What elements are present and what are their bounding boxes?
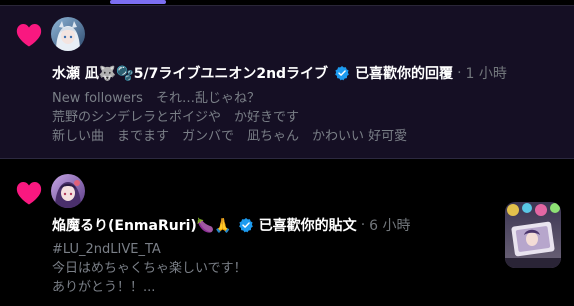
separator-dot: · bbox=[457, 65, 462, 81]
active-tab-indicator bbox=[110, 0, 166, 4]
verified-badge-icon bbox=[238, 218, 253, 233]
separator-dot: · bbox=[360, 217, 366, 233]
post-text-line: #LU_2ndLIVE_TA bbox=[52, 242, 161, 257]
post-text-line: 今日はめちゃくちゃ楽しいです！ bbox=[52, 261, 247, 276]
notification-item[interactable]: 焔魔るり(EnmaRuri)🍆🙏 已喜歡你的貼文 · 6 小時 #LU_2ndL… bbox=[0, 160, 574, 306]
notification-headline: 水瀬 凪🐺🫧5/7ライブユニオン2ndライブ 已喜歡你的回覆 · 1 小時 bbox=[52, 62, 507, 84]
timestamp[interactable]: 6 小時 bbox=[369, 215, 410, 235]
avatar[interactable] bbox=[51, 174, 85, 208]
heart-icon bbox=[16, 181, 42, 205]
notification-headline: 焔魔るり(EnmaRuri)🍆🙏 已喜歡你的貼文 · 6 小時 bbox=[52, 214, 411, 236]
notification-item[interactable]: 水瀬 凪🐺🫧5/7ライブユニオン2ndライブ 已喜歡你的回覆 · 1 小時 Ne… bbox=[0, 6, 574, 159]
verified-badge-icon bbox=[335, 66, 349, 81]
notification-action: 已喜歡你的回覆 bbox=[355, 66, 454, 82]
heart-icon bbox=[16, 23, 42, 47]
notifications-page: 水瀬 凪🐺🫧5/7ライブユニオン2ndライブ 已喜歡你的回覆 · 1 小時 Ne… bbox=[0, 0, 574, 306]
post-text-line: New followers それ…乱じゃね？ bbox=[52, 91, 260, 106]
post-text-line: 新しい曲 までます ガンバで 凪ちゃん かわいい 好可愛 bbox=[52, 129, 408, 144]
notification-action: 已喜歡你的貼文 bbox=[258, 218, 357, 234]
user-name[interactable]: 水瀬 凪🐺🫧5/7ライブユニオン2ndライブ bbox=[52, 63, 328, 83]
user-name[interactable]: 焔魔るり(EnmaRuri)🍆🙏 bbox=[52, 215, 232, 235]
post-text-line: ありがとう！！... bbox=[52, 280, 156, 295]
timestamp[interactable]: 1 小時 bbox=[466, 63, 507, 83]
post-thumbnail[interactable] bbox=[505, 202, 561, 268]
post-text-line: 荒野のシンデレラとポイジや か好きです bbox=[52, 110, 300, 125]
avatar[interactable] bbox=[51, 17, 85, 51]
